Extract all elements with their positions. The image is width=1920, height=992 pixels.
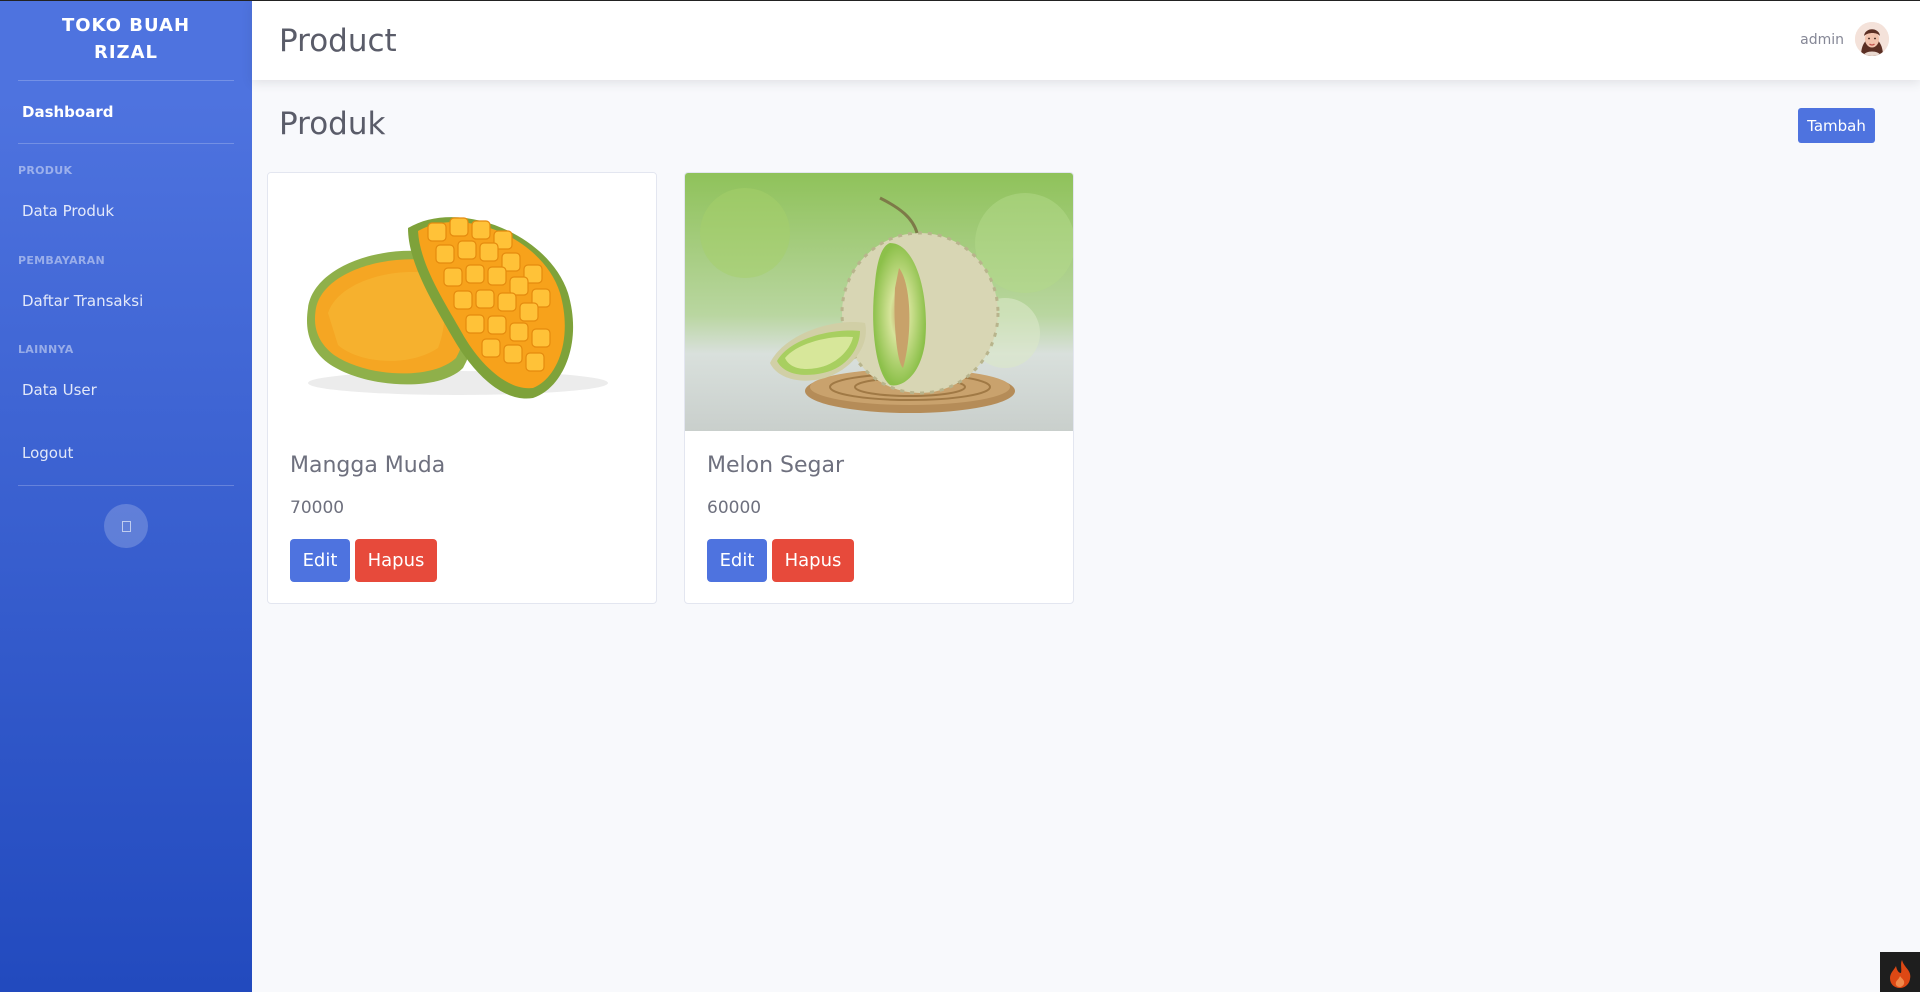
sidebar-item-data-user[interactable]: Data User (22, 381, 97, 399)
product-image (268, 173, 656, 431)
sidebar-heading-produk: PRODUK (18, 164, 73, 177)
sidebar-divider (18, 80, 234, 81)
add-product-button[interactable]: Tambah (1798, 108, 1875, 143)
sidebar-divider (18, 485, 234, 486)
page-title: Product (279, 23, 397, 59)
sidebar-item-daftar-transaksi[interactable]: Daftar Transaksi (22, 292, 143, 310)
sidebar-toggle-button[interactable] (104, 504, 148, 548)
sidebar: TOKO BUAH RIZAL Dashboard PRODUK Data Pr… (0, 0, 252, 992)
product-price: 60000 (707, 498, 762, 518)
sidebar-heading-lainnya: LAINNYA (18, 343, 74, 356)
user-name[interactable]: admin (1800, 32, 1844, 48)
brand-line-2: RIZAL (93, 42, 158, 63)
edit-button[interactable]: Edit (707, 539, 767, 582)
product-price: 70000 (290, 498, 345, 518)
sidebar-item-data-produk[interactable]: Data Produk (22, 202, 114, 220)
brand-title[interactable]: TOKO BUAH RIZAL (0, 12, 252, 66)
brand-line-1: TOKO BUAH (61, 15, 191, 36)
edit-button[interactable]: Edit (290, 539, 350, 582)
product-name: Melon Segar (707, 453, 845, 478)
avatar[interactable] (1855, 22, 1889, 56)
product-name: Mangga Muda (290, 453, 446, 478)
sidebar-item-dashboard[interactable]: Dashboard (22, 103, 113, 121)
sidebar-heading-pembayaran: PEMBAYARAN (18, 254, 105, 267)
sidebar-divider (18, 143, 234, 144)
delete-button[interactable]: Hapus (355, 539, 437, 582)
topbar: Product admin (252, 1, 1920, 80)
flame-icon (1890, 960, 1911, 988)
window-top-border (0, 0, 1920, 1)
product-card: Mangga Muda 70000 Edit Hapus (267, 172, 657, 604)
debug-toolbar-icon[interactable] (1880, 952, 1920, 992)
delete-button[interactable]: Hapus (772, 539, 854, 582)
section-heading: Produk (279, 106, 386, 142)
sidebar-item-logout[interactable]: Logout (22, 444, 73, 462)
product-image (685, 173, 1073, 431)
avatar-image (1855, 22, 1889, 56)
sidebar-toggle-icon (121, 520, 131, 532)
product-card: Melon Segar 60000 Edit Hapus (684, 172, 1074, 604)
